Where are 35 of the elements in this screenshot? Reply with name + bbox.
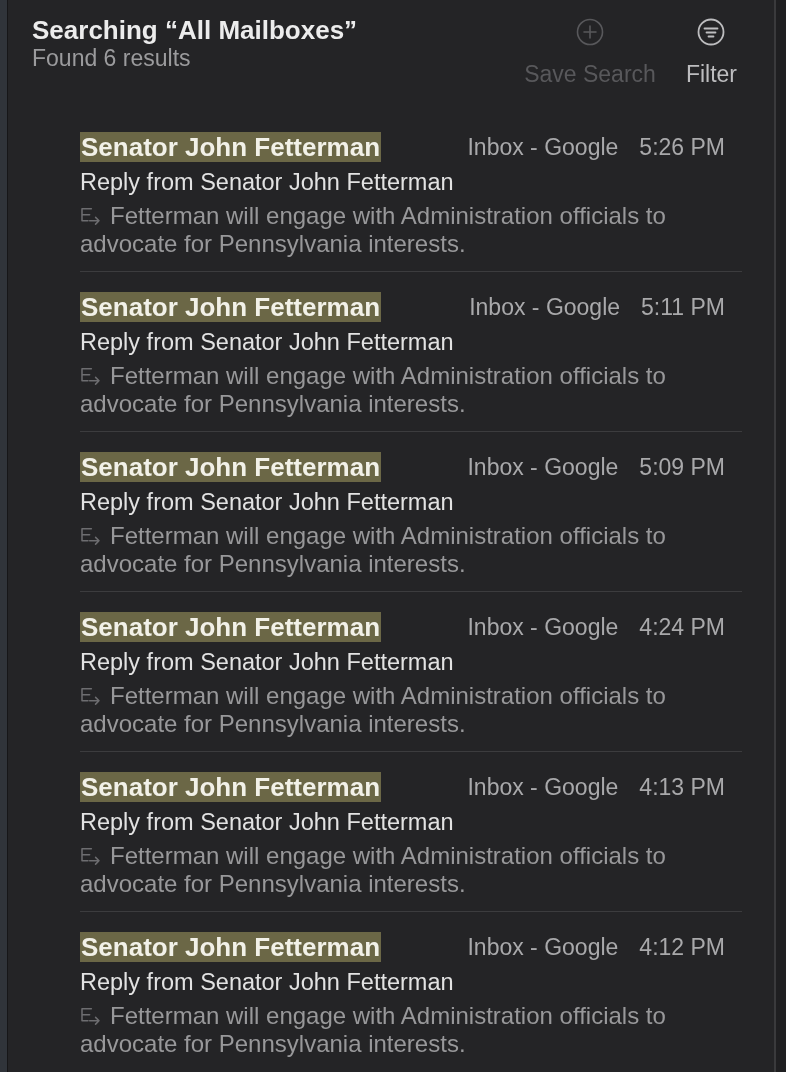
message-preview: Fetterman will engage with Administration officials to advocate for Pennsylvania interests. [80, 522, 667, 578]
mailbox-label: Inbox - Google [467, 613, 619, 642]
mailbox-label: Inbox - Google [467, 933, 619, 962]
message-preview: Fetterman will engage with Administration officials to advocate for Pennsylvania interests. [80, 362, 667, 418]
message-time: 5:09 PM [639, 453, 725, 482]
message-subject: Reply from Senator John Fetterman [80, 968, 455, 997]
message-preview: Fetterman will engage with Administration officials to advocate for Pennsylvania interests. [80, 202, 667, 258]
message-subject: Reply from Senator John Fetterman [80, 488, 455, 517]
message-preview: Fetterman will engage with Administration officials to advocate for Pennsylvania interests. [80, 842, 667, 898]
mailbox-label: Inbox - Google [467, 133, 619, 162]
message-time: 5:11 PM [641, 293, 725, 322]
result-count: Found 6 results [32, 45, 192, 71]
sender-name: Senator John Fetterman [80, 612, 382, 642]
message-time: 4:24 PM [639, 613, 725, 642]
filter-icon [697, 18, 726, 46]
filter-button[interactable]: Filter [685, 18, 737, 87]
message-time: 4:13 PM [639, 773, 725, 802]
message-subject: Reply from Senator John Fetterman [80, 168, 455, 197]
message-time: 5:26 PM [639, 133, 725, 162]
message-preview: Fetterman will engage with Administration officials to advocate for Pennsylvania interests. [80, 682, 667, 738]
plus-circle-icon [576, 18, 604, 46]
sender-name: Senator John Fetterman [80, 292, 382, 322]
mailbox-label: Inbox - Google [467, 453, 619, 482]
sender-name: Senator John Fetterman [80, 932, 382, 962]
message-time: 4:12 PM [639, 933, 725, 962]
mailbox-label: Inbox - Google [467, 773, 619, 802]
search-title: Searching “All Mailboxes” [32, 15, 358, 45]
message-subject: Reply from Senator John Fetterman [80, 648, 455, 677]
mailbox-label: Inbox - Google [469, 293, 621, 322]
sender-name: Senator John Fetterman [80, 132, 382, 162]
message-subject: Reply from Senator John Fetterman [80, 328, 455, 357]
message-preview: Fetterman will engage with Administration officials to advocate for Pennsylvania interests. [80, 1002, 667, 1058]
message-subject: Reply from Senator John Fetterman [80, 808, 455, 837]
sender-name: Senator John Fetterman [80, 452, 382, 482]
sender-name: Senator John Fetterman [80, 772, 382, 802]
